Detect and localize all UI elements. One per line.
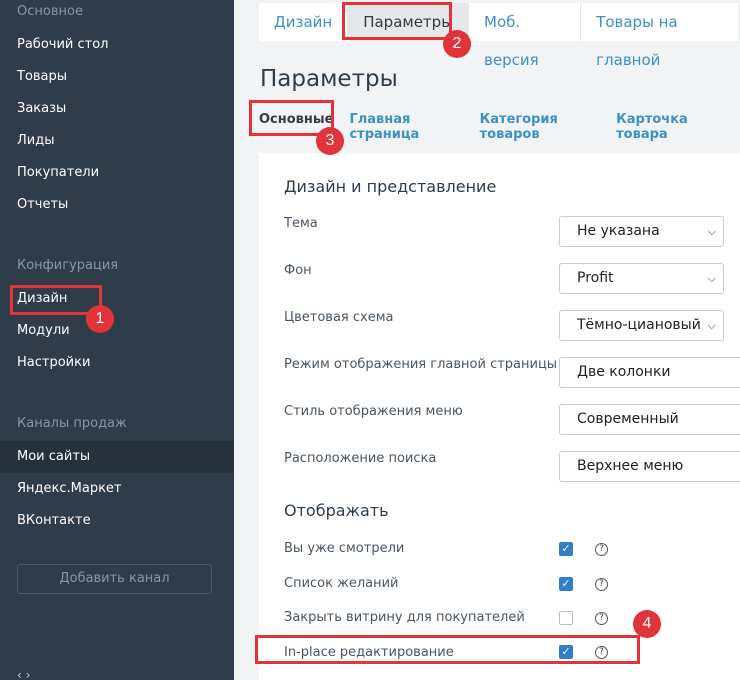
annotation-badge-1: 1 xyxy=(86,305,114,333)
tab-design[interactable]: Дизайн xyxy=(259,3,349,41)
field-label-color-scheme: Цветовая схема xyxy=(284,310,394,325)
help-icon[interactable]: ? xyxy=(595,543,608,556)
search-position-select-value: Верхнее меню xyxy=(577,458,684,474)
annotation-badge-2: 2 xyxy=(443,30,471,58)
sidebar-item-modules[interactable]: Модули xyxy=(0,315,234,347)
sidebar: Основное Рабочий стол Товары Заказы Лиды… xyxy=(0,0,234,680)
subtab-product-card[interactable]: Карточка товара xyxy=(616,112,724,142)
sidebar-section-channels: Каналы продаж xyxy=(17,416,127,431)
chevron-down-icon: ⌵ xyxy=(707,319,716,332)
collapse-icon[interactable]: ‹ › xyxy=(17,668,30,680)
help-icon[interactable]: ? xyxy=(595,612,608,625)
sidebar-item-orders[interactable]: Заказы xyxy=(0,93,234,125)
sidebar-item-reports[interactable]: Отчеты xyxy=(0,189,234,221)
page-title: Параметры xyxy=(260,66,398,92)
home-mode-select[interactable]: Две колонки xyxy=(559,357,740,388)
home-mode-select-value: Две колонки xyxy=(577,364,671,380)
search-position-select[interactable]: Верхнее меню xyxy=(559,451,740,482)
wishlist-checkbox[interactable]: ✓ xyxy=(559,577,573,591)
field-label-home-mode: Режим отображения главной страницы xyxy=(284,357,558,372)
field-label-theme: Тема xyxy=(284,216,318,231)
option-label-wishlist: Список желаний xyxy=(284,576,399,591)
tab-mobile-version[interactable]: Моб. версия xyxy=(469,3,582,69)
color-scheme-select-value: Тёмно-циановый xyxy=(577,317,701,333)
top-tabs: Дизайн Параметры Моб. версия Товары на г… xyxy=(259,3,740,69)
section-title-display: Отображать xyxy=(284,501,389,520)
option-label-recently-viewed: Вы уже смотрели xyxy=(284,541,405,556)
sidebar-item-yandex-market[interactable]: Яндекс.Маркет xyxy=(0,473,234,505)
help-icon[interactable]: ? xyxy=(595,578,608,591)
sidebar-item-my-sites[interactable]: Мои сайты xyxy=(0,441,234,473)
sidebar-item-products[interactable]: Товары xyxy=(0,61,234,93)
sidebar-item-vkontakte[interactable]: ВКонтакте xyxy=(0,505,234,537)
annotation-highlight-inplace xyxy=(255,635,640,664)
close-storefront-checkbox[interactable] xyxy=(559,611,573,625)
field-label-background: Фон xyxy=(284,263,312,278)
annotation-badge-4: 4 xyxy=(633,610,661,638)
annotation-highlight-parameters xyxy=(342,2,452,40)
subtab-product-category[interactable]: Категория товаров xyxy=(480,112,600,142)
sidebar-section-main: Основное xyxy=(17,4,83,19)
field-label-menu-style: Стиль отображения меню xyxy=(284,404,463,419)
background-select-value: Profit xyxy=(577,270,614,286)
sidebar-item-customers[interactable]: Покупатели xyxy=(0,157,234,189)
menu-style-select-value: Современный xyxy=(577,411,679,427)
recently-viewed-checkbox[interactable]: ✓ xyxy=(559,542,573,556)
chevron-down-icon: ⌵ xyxy=(707,272,716,285)
color-scheme-select[interactable]: Тёмно-циановый ⌵ xyxy=(559,310,724,341)
sidebar-section-config: Конфигурация xyxy=(17,258,119,273)
field-label-search-position: Расположение поиска xyxy=(284,451,437,466)
theme-select-value: Не указана xyxy=(577,223,660,239)
subtab-home-page[interactable]: Главная страница xyxy=(349,112,463,142)
tab-home-products[interactable]: Товары на главной xyxy=(581,3,740,69)
sidebar-item-leads[interactable]: Лиды xyxy=(0,125,234,157)
section-title-design: Дизайн и представление xyxy=(284,177,497,196)
theme-select[interactable]: Не указана ⌵ xyxy=(559,216,724,247)
sidebar-item-dashboard[interactable]: Рабочий стол xyxy=(0,29,234,61)
menu-style-select[interactable]: Современный xyxy=(559,404,740,435)
background-select[interactable]: Profit ⌵ xyxy=(559,263,724,294)
add-channel-button[interactable]: Добавить канал xyxy=(17,564,212,594)
chevron-down-icon: ⌵ xyxy=(707,225,716,238)
sidebar-item-settings[interactable]: Настройки xyxy=(0,347,234,379)
annotation-badge-3: 3 xyxy=(316,127,344,155)
option-label-close-storefront: Закрыть витрину для покупателей xyxy=(284,610,525,625)
